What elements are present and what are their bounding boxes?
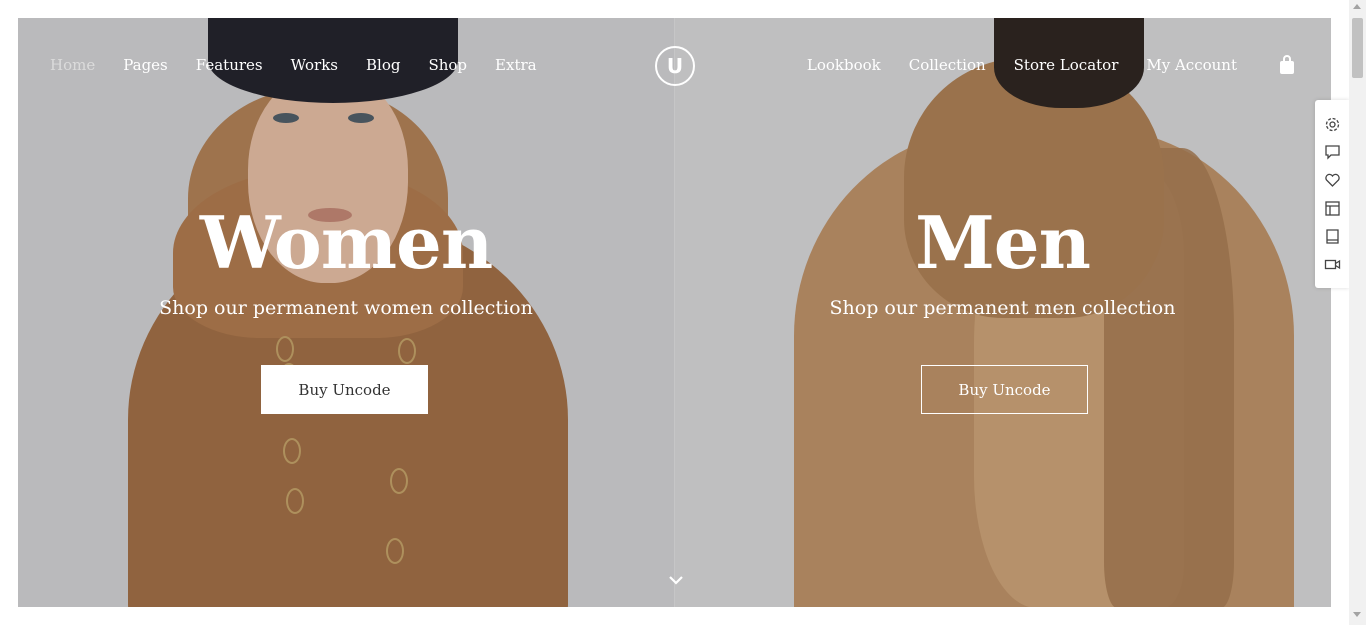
men-hero-text: Men Shop our permanent men collection xyxy=(674,200,1331,320)
shopping-bag-icon[interactable] xyxy=(1278,55,1296,75)
nav-shop[interactable]: Shop xyxy=(428,56,467,74)
women-subtitle: Shop our permanent women collection xyxy=(159,297,533,319)
men-title: Men xyxy=(915,200,1091,285)
book-icon[interactable] xyxy=(1324,228,1341,245)
nav-my-account[interactable]: My Account xyxy=(1146,56,1237,74)
nav-collection[interactable]: Collection xyxy=(909,56,986,74)
women-hero-text: Women Shop our permanent women collectio… xyxy=(18,200,674,320)
nav-works[interactable]: Works xyxy=(291,56,338,74)
nav-lookbook[interactable]: Lookbook xyxy=(807,56,881,74)
men-subtitle: Shop our permanent men collection xyxy=(829,297,1176,319)
site-logo[interactable]: U xyxy=(655,46,695,86)
nav-pages[interactable]: Pages xyxy=(123,56,168,74)
side-toolbar xyxy=(1315,100,1349,288)
heart-icon[interactable] xyxy=(1324,172,1341,189)
page-scrollbar[interactable] xyxy=(1349,0,1366,625)
gear-icon[interactable] xyxy=(1324,116,1341,133)
women-buy-button[interactable]: Buy Uncode xyxy=(261,365,428,414)
hero-section: Home Pages Features Works Blog Shop Extr… xyxy=(18,18,1331,607)
scroll-down-arrow-icon[interactable] xyxy=(1353,612,1361,617)
video-icon[interactable] xyxy=(1324,256,1341,273)
women-title: Women xyxy=(199,200,493,285)
nav-extra[interactable]: Extra xyxy=(495,56,537,74)
logo-letter: U xyxy=(666,54,684,78)
men-buy-button[interactable]: Buy Uncode xyxy=(921,365,1088,414)
chevron-down-icon[interactable] xyxy=(668,574,684,586)
nav-blog[interactable]: Blog xyxy=(366,56,400,74)
scroll-thumb[interactable] xyxy=(1352,18,1363,78)
comment-icon[interactable] xyxy=(1324,144,1341,161)
main-nav-right: Lookbook Collection Store Locator My Acc… xyxy=(807,56,1237,74)
main-nav-left: Home Pages Features Works Blog Shop Extr… xyxy=(50,56,537,74)
nav-features[interactable]: Features xyxy=(196,56,263,74)
nav-store-locator[interactable]: Store Locator xyxy=(1014,56,1119,74)
layout-icon[interactable] xyxy=(1324,200,1341,217)
nav-home[interactable]: Home xyxy=(50,56,95,74)
scroll-up-arrow-icon[interactable] xyxy=(1353,4,1361,9)
